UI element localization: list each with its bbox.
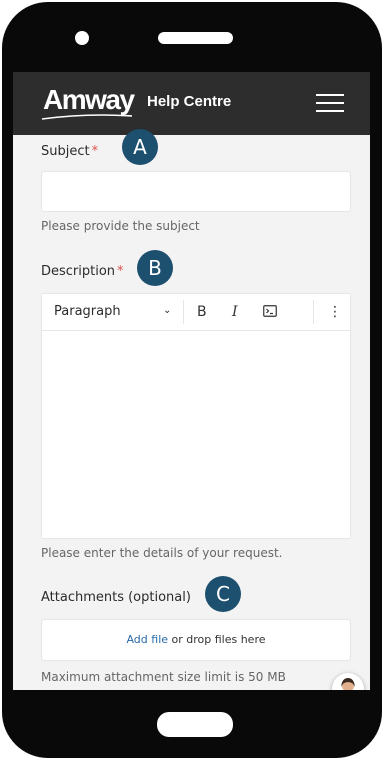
annotation-badge-b: B [137,250,173,286]
toolbar-divider [183,300,184,324]
annotation-badge-a: A [122,129,158,165]
subject-hint: Please provide the subject [41,219,200,233]
add-file-link[interactable]: Add file [126,633,168,646]
description-textarea[interactable] [42,331,350,538]
toolbar-divider [313,300,314,324]
logo-swoosh-icon [41,114,133,120]
agent-avatar-icon [341,678,355,690]
header-bar: Amway Help Centre [13,72,370,135]
block-format-select[interactable]: Paragraph [54,304,121,320]
page-title: Help Centre [147,93,232,110]
drop-files-text: or drop files here [168,633,266,646]
chevron-down-icon[interactable]: ⌄ [163,305,171,316]
description-label: Description * [41,264,124,279]
code-block-icon[interactable] [263,305,277,317]
hamburger-menu-icon[interactable] [316,94,344,112]
description-hint: Please enter the details of your request… [41,546,283,560]
description-editor: Paragraph ⌄ B I ⋮ [41,293,351,539]
front-camera [75,31,89,45]
italic-button[interactable]: I [232,303,238,321]
support-chat-avatar[interactable] [332,673,364,690]
attachment-dropzone[interactable]: Add file or drop files here [41,619,351,661]
annotation-badge-c: C [205,576,241,612]
subject-input[interactable] [41,171,351,212]
required-asterisk: * [117,264,124,279]
amway-logo[interactable]: Amway [43,85,135,115]
phone-frame: Amway Help Centre Subject * A Please prov… [2,2,382,758]
screen: Amway Help Centre Subject * A Please prov… [13,72,370,690]
earpiece-speaker [158,32,233,44]
attachment-size-hint: Maximum attachment size limit is 50 MB [41,670,286,684]
attachments-label: Attachments (optional) [41,590,191,605]
home-button[interactable] [157,712,233,737]
bold-button[interactable]: B [197,303,207,321]
subject-label: Subject * [41,144,99,159]
required-asterisk: * [91,144,99,159]
editor-toolbar: Paragraph ⌄ B I ⋮ [42,294,350,331]
more-options-icon[interactable]: ⋮ [328,303,342,321]
